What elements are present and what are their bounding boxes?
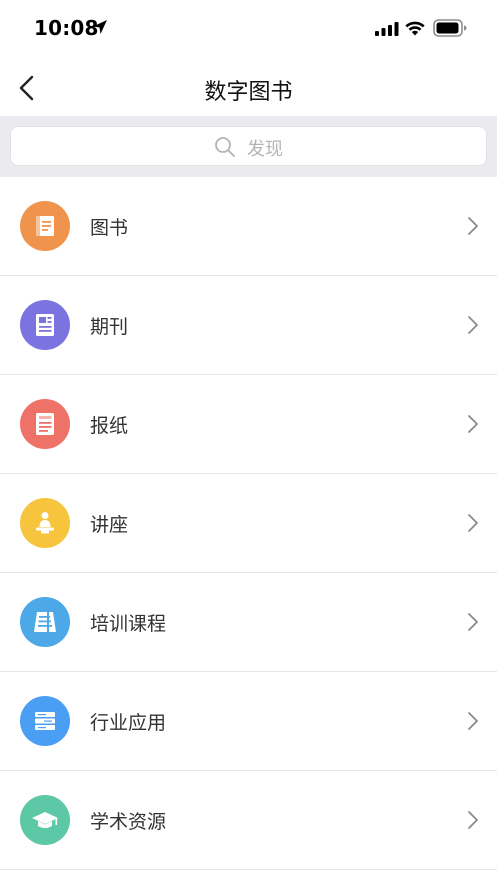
status-time: 10:08 <box>34 16 99 40</box>
list-item-label: 报纸 <box>90 415 129 437</box>
list-item-label: 图书 <box>90 217 129 239</box>
list-item-label: 讲座 <box>90 514 129 536</box>
chevron-right-icon <box>468 217 478 235</box>
graduation-cap-icon <box>20 795 70 845</box>
chevron-right-icon <box>468 514 478 532</box>
chevron-right-icon <box>468 613 478 631</box>
page-title: 数字图书 <box>204 80 293 105</box>
cellular-signal-icon <box>375 22 399 36</box>
list-item-journals[interactable]: 期刊 <box>0 276 497 375</box>
list-item-label: 行业应用 <box>90 712 167 734</box>
list-item-lectures[interactable]: 讲座 <box>0 474 497 573</box>
list-item-label: 期刊 <box>90 316 129 338</box>
book-icon <box>20 201 70 251</box>
chevron-right-icon <box>468 415 478 433</box>
training-icon <box>20 597 70 647</box>
list-item-academic-resources[interactable]: 学术资源 <box>0 771 497 870</box>
chevron-right-icon <box>468 811 478 829</box>
industry-icon <box>20 696 70 746</box>
chevron-right-icon <box>468 316 478 334</box>
bottom-area <box>0 870 497 883</box>
search-placeholder: 发现 <box>247 139 283 160</box>
list-item-newspapers[interactable]: 报纸 <box>0 375 497 474</box>
status-bar: 10:08 <box>0 0 497 62</box>
search-icon <box>215 137 235 157</box>
chevron-right-icon <box>468 712 478 730</box>
wifi-icon <box>405 21 425 36</box>
list-item-label: 培训课程 <box>90 613 167 635</box>
newspaper-icon <box>20 399 70 449</box>
list-item-training-courses[interactable]: 培训课程 <box>0 573 497 672</box>
search-input[interactable]: 发现 <box>10 126 487 166</box>
location-arrow-icon <box>93 20 107 34</box>
list-item-books[interactable]: 图书 <box>0 177 497 276</box>
list-item-industry-applications[interactable]: 行业应用 <box>0 672 497 771</box>
search-area: 发现 <box>0 116 497 177</box>
navigation-bar: 数字图书 <box>0 62 497 116</box>
journal-icon <box>20 300 70 350</box>
category-list: 图书 期刊 报纸 讲座 培训课程 行业应用 学术资源 <box>0 177 497 870</box>
battery-icon <box>433 19 467 37</box>
lecture-icon <box>20 498 70 548</box>
list-item-label: 学术资源 <box>90 811 167 833</box>
